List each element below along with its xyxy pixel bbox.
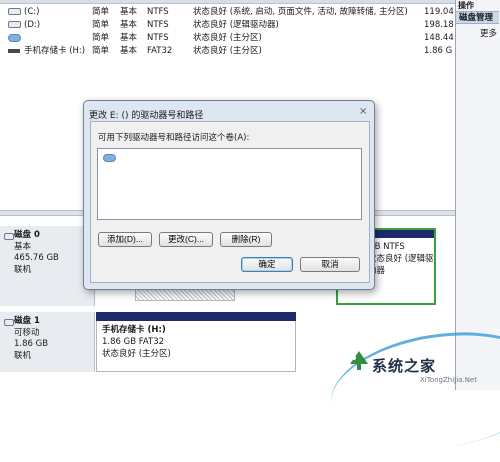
dialog-prompt: 可用下列驱动器号和路径访问这个卷(A): xyxy=(98,133,250,143)
volume-layout: 简单 xyxy=(92,7,110,17)
volume-layout: 简单 xyxy=(92,20,110,30)
remove-button[interactable]: 删除(R) xyxy=(220,232,272,247)
volume-row[interactable]: (C:) 简单 基本 NTFS 状态良好 (系统, 启动, 页面文件, 活动, … xyxy=(0,6,455,19)
disk-0-label[interactable]: 磁盘 0 基本 465.76 GB 联机 xyxy=(0,226,95,306)
volume-type: 基本 xyxy=(120,46,138,56)
disk-1-label[interactable]: 磁盘 1 可移动 1.86 GB 联机 xyxy=(0,312,95,372)
volume-filesystem: NTFS xyxy=(147,33,169,43)
memory-card-icon xyxy=(7,45,21,58)
volume-filesystem: NTFS xyxy=(147,20,169,30)
volume-status: 状态良好 (主分区) xyxy=(193,33,262,43)
partition-size-fs: 1.86 GB FAT32 xyxy=(102,337,165,347)
volume-layout: 简单 xyxy=(92,33,110,43)
volume-capacity: 1.86 G xyxy=(424,46,453,56)
add-button[interactable]: 添加(D)... xyxy=(98,232,152,247)
volume-capacity: 148.44 xyxy=(424,33,454,43)
drive-path-listbox[interactable] xyxy=(97,148,362,220)
disk-title: 磁盘 1 xyxy=(14,316,40,326)
volume-row[interactable]: (D:) 简单 基本 NTFS 状态良好 (逻辑驱动器) 198.18 xyxy=(0,19,455,32)
volume-capacity: 198.18 xyxy=(424,20,454,30)
volume-row[interactable]: 简单 基本 NTFS 状态良好 (主分区) 148.44 xyxy=(0,32,455,45)
drive-blue-icon xyxy=(103,153,116,163)
column-header-strip xyxy=(0,0,455,4)
disk-1-partition[interactable]: 手机存储卡 (H:) 1.86 GB FAT32 状态良好 (主分区) xyxy=(96,312,296,372)
disk-size: 465.76 GB xyxy=(14,253,59,263)
partition-name: 手机存储卡 (H:) xyxy=(102,325,166,335)
partition-status: 状态良好 (主分区) xyxy=(102,349,171,359)
volume-type: 基本 xyxy=(120,7,138,17)
disk-state: 联机 xyxy=(14,350,32,361)
volume-layout: 简单 xyxy=(92,46,110,56)
drive-icon xyxy=(7,19,21,32)
action-selected-item[interactable]: 磁盘管理 xyxy=(456,11,499,24)
change-button[interactable]: 更改(C)... xyxy=(159,232,213,247)
watermark-text: 系统之家 xyxy=(372,357,437,375)
volume-capacity: 119.04 xyxy=(424,7,454,17)
disk-kind: 基本 xyxy=(14,241,32,252)
disk-icon xyxy=(4,232,14,242)
volume-name: 手机存储卡 (H:) xyxy=(24,46,86,56)
drive-blue-icon xyxy=(7,32,21,45)
volume-filesystem: FAT32 xyxy=(147,46,173,56)
volume-status: 状态良好 (主分区) xyxy=(193,46,262,56)
volume-type: 基本 xyxy=(120,33,138,43)
watermark-arc xyxy=(323,319,500,462)
volume-status: 状态良好 (逻辑驱动器) xyxy=(193,20,279,30)
cancel-button[interactable]: 取消 xyxy=(300,257,360,272)
disk-size: 1.86 GB xyxy=(14,339,49,349)
disk-icon xyxy=(4,318,14,328)
partition-status: 状态良好 (逻辑驱动器 xyxy=(368,254,434,276)
ok-button[interactable]: 确定 xyxy=(241,257,293,272)
drive-icon xyxy=(7,6,21,19)
action-pane-header: 操作 xyxy=(458,1,474,10)
volume-status: 状态良好 (系统, 启动, 页面文件, 活动, 故障转储, 主分区) xyxy=(193,7,408,17)
disk-kind: 可移动 xyxy=(14,327,40,338)
close-icon[interactable]: × xyxy=(359,106,367,117)
disk-title: 磁盘 0 xyxy=(14,230,40,240)
partition-size-fs: GB NTFS xyxy=(368,242,405,252)
watermark-subtext: XiTongZhiJia.Net xyxy=(420,376,477,384)
disk-state: 联机 xyxy=(14,264,32,275)
volume-name: (D:) xyxy=(24,20,41,30)
volume-name: (C:) xyxy=(24,7,40,17)
dialog-title: 更改 E: () 的驱动器号和路径 xyxy=(89,111,204,121)
volume-row[interactable]: 手机存储卡 (H:) 简单 基本 FAT32 状态良好 (主分区) 1.86 G xyxy=(0,45,455,58)
action-more-link[interactable]: 更多 xyxy=(480,27,497,39)
watermark-logo-icon xyxy=(350,351,368,370)
volume-filesystem: NTFS xyxy=(147,7,169,17)
volume-type: 基本 xyxy=(120,20,138,30)
